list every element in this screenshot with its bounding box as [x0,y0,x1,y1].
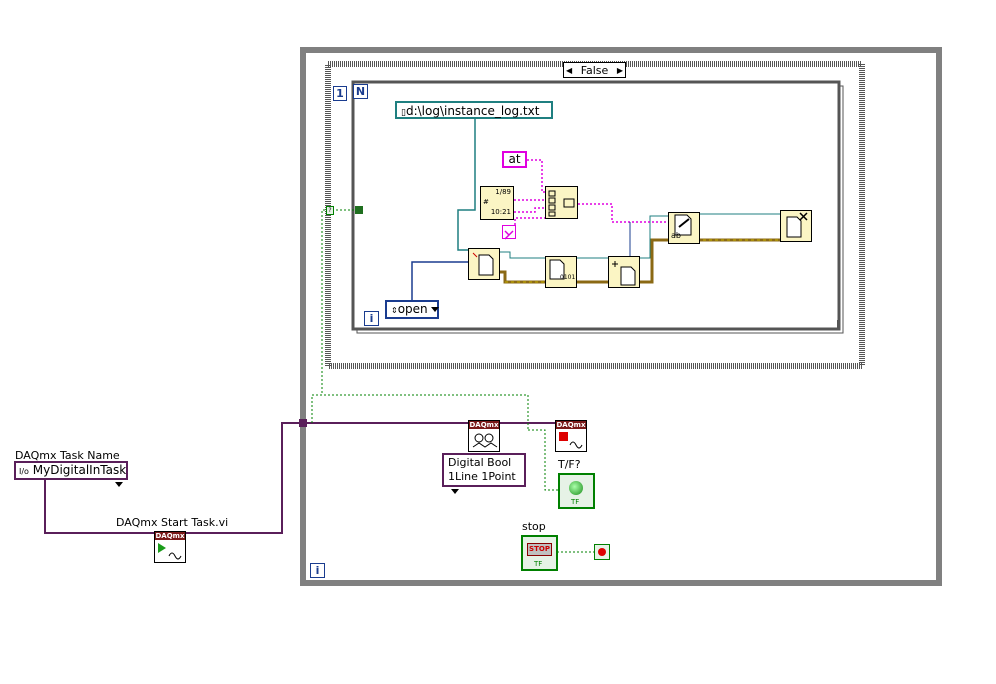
enum-arrows-icon: ⇕ [391,306,398,315]
for-loop-frame [351,80,841,331]
open-enum-value: open [397,302,428,316]
for-loop-iteration-terminal: i [364,311,379,326]
daqmx-start-task-node[interactable]: DAQmx [154,531,186,563]
daqmx-stop-header: DAQmx [556,421,586,429]
date-line-3: 10:21 [490,208,511,216]
close-file-icon [786,212,808,238]
start-play-icon [158,543,182,560]
case-selector[interactable]: ◀ False ▶ [563,62,626,78]
date-line-2: # [483,198,489,206]
stop-button-face[interactable]: STOP [527,543,552,556]
string-constant-at[interactable]: at [502,151,527,168]
daqmx-read-node[interactable]: DAQmx [468,420,500,452]
date-time-node[interactable]: 1/89 # 10:21 [480,186,514,220]
format-icon [504,230,514,240]
read-mode-line-1: Digital Bool [448,456,512,469]
case-prev-icon[interactable]: ◀ [564,63,572,78]
concatenate-icon [548,190,575,217]
task-io-icon: I/o [19,467,29,476]
set-position-icon [612,261,636,286]
read-mode-line-2: 1Line 1Point [448,470,520,498]
loop-count-constant[interactable]: 1 [333,86,347,101]
write-text-node[interactable]: ab [668,212,700,244]
path-constant[interactable]: ▯d:\log\instance_log.txt [395,101,553,119]
read-mode-line-2-text: 1Line 1Point [448,470,516,483]
open-file-icon [472,252,494,276]
stop-if-true-icon [598,548,606,556]
binary-text: 0101 [560,274,576,281]
daqmx-task-value: MyDigitalInTask [32,463,127,477]
daqmx-read-header: DAQmx [469,421,499,429]
tf-indicator-label: T/F? [558,458,581,471]
close-file-node[interactable] [780,210,812,242]
while-loop-iteration-terminal: i [310,563,325,578]
daqmx-stop-task-node[interactable]: DAQmx [555,420,587,452]
case-next-icon[interactable]: ▶ [617,63,625,78]
date-line-1: 1/89 [495,188,511,196]
path-constant-value: d:\log\instance_log.txt [405,104,540,118]
write-binary-node[interactable]: 0101 [545,256,577,288]
concatenate-strings-node[interactable] [545,186,578,219]
tf-indicator: TF [558,473,595,509]
format-node[interactable] [502,225,516,240]
stop-control[interactable]: STOP TF [521,535,558,571]
read-mode-ring[interactable]: Digital Bool 1Line 1Point [442,453,526,494]
case-selector-terminal: ? [326,206,334,215]
stop-square-icon [559,432,583,449]
led-icon [569,481,583,495]
open-file-node[interactable] [468,248,500,280]
stop-control-label: stop [522,520,546,533]
read-glasses-icon [472,433,498,448]
for-loop-resize-icon[interactable] [829,320,838,329]
loop-count-terminal[interactable]: N [353,84,368,99]
set-file-position-node[interactable] [608,256,640,288]
tf-indicator-type: TF [571,498,580,506]
task-tunnel [299,419,307,427]
chevron-down-icon[interactable] [430,307,439,312]
write-binary-icon [549,259,565,280]
open-enum[interactable]: ⇕open [385,300,439,319]
chevron-down-icon[interactable] [115,482,123,487]
stop-control-type: TF [534,560,543,568]
write-text-label: ab [671,231,681,240]
daqmx-start-task-label: DAQmx Start Task.vi [116,516,229,529]
case-selector-value: False [580,64,609,77]
daqmx-start-header: DAQmx [155,532,185,540]
daqmx-task-name-control[interactable]: I/o MyDigitalInTask [14,461,128,487]
case-selector-tunnel [355,206,363,214]
chevron-down-icon[interactable] [451,488,459,494]
loop-condition-terminal[interactable] [594,544,610,560]
